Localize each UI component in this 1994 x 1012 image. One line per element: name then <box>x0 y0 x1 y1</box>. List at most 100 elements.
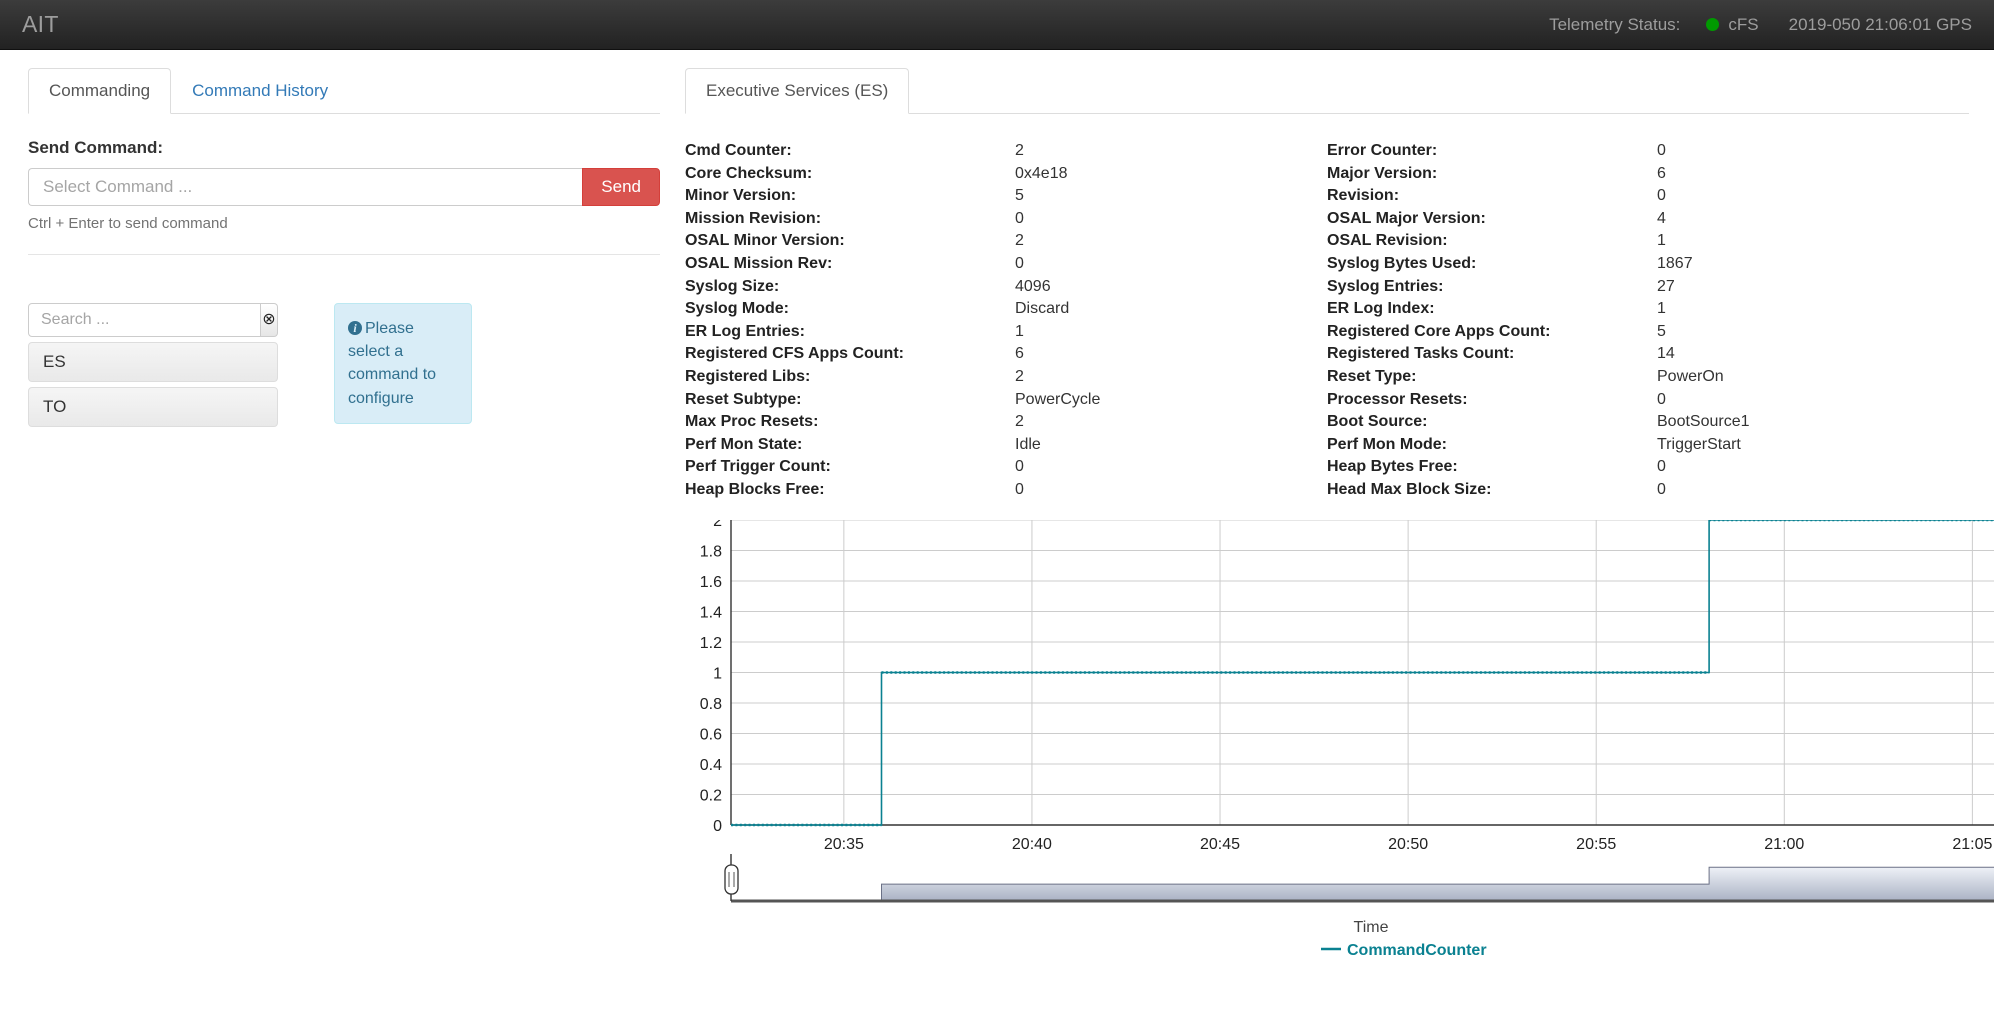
y-axis-tick-label: 0.6 <box>700 727 722 744</box>
telemetry-value: 2 <box>1015 232 1024 250</box>
chart-brush[interactable] <box>724 854 1994 903</box>
telemetry-key: Error Counter: <box>1327 142 1438 159</box>
telemetry-value: TriggerStart <box>1657 435 1741 453</box>
gps-clock: 2019-050 21:06:01 GPS <box>1788 14 1972 34</box>
telemetry-keys-left: Cmd Counter: Core Checksum: Minor Version:… <box>685 140 1015 502</box>
telemetry-value: 0 <box>1657 480 1666 498</box>
telemetry-key: ER Log Index: <box>1327 300 1435 318</box>
telemetry-key: Registered Core Apps Count: <box>1327 322 1551 340</box>
telemetry-value: 2 <box>1015 367 1024 385</box>
telemetry-value: 1 <box>1657 300 1666 318</box>
y-axis-tick-label: 0.4 <box>700 757 722 774</box>
telemetry-status-label: Telemetry Status: <box>1549 14 1681 34</box>
y-axis-tick-label: 1.4 <box>700 605 722 622</box>
telemetry-key: Major Version: <box>1327 164 1438 182</box>
telemetry-value: 4 <box>1657 209 1666 227</box>
y-axis-tick-label: 2 <box>713 520 722 530</box>
telemetry-value: 1 <box>1015 322 1024 340</box>
telemetry-value: PowerCycle <box>1015 390 1101 408</box>
send-command-input-group: Send <box>28 168 660 206</box>
telemetry-grid: Cmd Counter: Core Checksum: Minor Version:… <box>685 140 1969 502</box>
telemetry-tabs: Executive Services (ES) <box>685 68 1969 114</box>
telemetry-key: Cmd Counter: <box>685 142 792 159</box>
telemetry-key: ER Log Entries: <box>685 322 806 340</box>
telemetry-value: 2 <box>1015 413 1024 431</box>
send-button[interactable]: Send <box>582 168 660 206</box>
telemetry-key: Syslog Size: <box>685 277 780 295</box>
brush-area-path <box>731 866 1994 902</box>
send-command-label: Send Command: <box>28 138 164 157</box>
search-clear-button[interactable]: ⊗ <box>261 303 278 337</box>
top-navbar: AIT Telemetry Status: cFS 2019-050 21:06… <box>0 0 1994 50</box>
tab-commanding[interactable]: Commanding <box>28 68 172 114</box>
telemetry-value: 0 <box>1015 209 1024 227</box>
telemetry-key: Minor Version: <box>685 187 797 205</box>
telemetry-value: 0 <box>1657 187 1666 205</box>
telemetry-key: Syslog Bytes Used: <box>1327 254 1477 272</box>
telemetry-key: OSAL Minor Version: <box>685 232 845 250</box>
y-axis-tick-label: 0.8 <box>700 696 722 713</box>
telemetry-value: 5 <box>1015 187 1024 205</box>
legend-label-commandcounter: CommandCounter <box>1347 942 1487 959</box>
y-axis-tick-label: 1.2 <box>700 635 722 652</box>
telemetry-key: Syslog Entries: <box>1327 277 1444 295</box>
telemetry-key: Reset Subtype: <box>685 390 802 408</box>
telemetry-value: Discard <box>1015 300 1070 318</box>
telemetry-key: Syslog Mode: <box>685 300 790 318</box>
telemetry-keys-right: Error Counter: Major Version: Revision: OSA… <box>1327 140 1657 502</box>
search-group: ⊗ <box>28 303 278 337</box>
x-axis-tick-label: 21:05 <box>1952 836 1992 853</box>
telemetry-column-right: Error Counter: Major Version: Revision: OSA… <box>1327 140 1969 502</box>
telemetry-key: Heap Bytes Free: <box>1327 458 1458 476</box>
telemetry-key: Reset Type: <box>1327 367 1417 385</box>
navbar-right-group: Telemetry Status: cFS 2019-050 21:06:01 … <box>1549 15 1972 35</box>
page-body: Commanding Command History Send Command:… <box>0 50 1994 1012</box>
info-circle-icon: i <box>348 321 362 335</box>
app-brand[interactable]: AIT <box>22 11 59 38</box>
telemetry-value: Idle <box>1015 435 1041 453</box>
telemetry-key: Max Proc Resets: <box>685 413 819 431</box>
select-command-alert: i Please select a command to configure <box>334 303 472 424</box>
y-axis-tick-label: 0 <box>713 818 722 835</box>
x-axis-tick-label: 20:40 <box>1012 836 1052 853</box>
list-item[interactable]: TO <box>28 387 278 427</box>
brush-handle-left[interactable] <box>724 864 739 895</box>
telemetry-key: Mission Revision: <box>685 209 822 227</box>
telemetry-value: 14 <box>1657 345 1675 363</box>
select-command-alert-text: Please select a command to configure <box>348 320 437 407</box>
telemetry-key: Perf Trigger Count: <box>685 458 831 476</box>
x-axis-tick-label: 20:45 <box>1200 836 1240 853</box>
x-axis-tick-label: 20:55 <box>1576 836 1616 853</box>
commanding-panel: Commanding Command History Send Command:… <box>0 50 685 1012</box>
telemetry-key: Perf Mon Mode: <box>1327 435 1447 453</box>
chart-legend[interactable]: CommandCounter <box>1321 942 1487 959</box>
telemetry-key: Heap Blocks Free: <box>685 480 825 498</box>
chart-y-axis-ticks: 0 0.2 0.4 0.6 0.8 1 1.2 1.4 1.6 1.8 2 <box>700 513 722 835</box>
telemetry-key: OSAL Revision: <box>1327 232 1448 250</box>
chart-svg[interactable]: 00.20.40.60.811.21.41.61.82 20:35 20:40 20… <box>685 513 1994 1012</box>
telemetry-value: 6 <box>1015 345 1024 363</box>
telemetry-value: 2 <box>1015 142 1024 159</box>
command-counter-chart: 0 0.2 0.4 0.6 0.8 1 1.2 1.4 1.6 1.8 2 20:35 20:40 20… <box>685 513 1994 1012</box>
clear-circle-x-icon: ⊗ <box>262 311 276 328</box>
telemetry-value: 5 <box>1657 322 1666 340</box>
alert-column: i Please select a command to configure <box>334 303 472 427</box>
y-axis-tick-label: 1.6 <box>700 574 722 591</box>
telemetry-value: 0x4e18 <box>1015 164 1068 182</box>
telemetry-key: Revision: <box>1327 187 1400 205</box>
telemetry-key: OSAL Major Version: <box>1327 209 1486 227</box>
telemetry-key: Registered Tasks Count: <box>1327 345 1515 363</box>
telemetry-value: 1867 <box>1657 254 1693 272</box>
commanding-tabs: Commanding Command History <box>28 68 660 114</box>
tab-executive-services[interactable]: Executive Services (ES) <box>685 68 910 114</box>
telemetry-key: Boot Source: <box>1327 413 1428 431</box>
search-input[interactable] <box>28 303 261 337</box>
list-item[interactable]: ES <box>28 342 278 382</box>
command-select-input[interactable] <box>28 168 583 206</box>
telemetry-key: Registered CFS Apps Count: <box>685 345 904 363</box>
panel-divider <box>28 254 660 255</box>
status-source-name: cFS <box>1728 14 1759 34</box>
tab-command-history[interactable]: Command History <box>171 68 349 114</box>
telemetry-value: 0 <box>1015 254 1024 272</box>
x-axis-tick-label: 21:00 <box>1764 836 1804 853</box>
